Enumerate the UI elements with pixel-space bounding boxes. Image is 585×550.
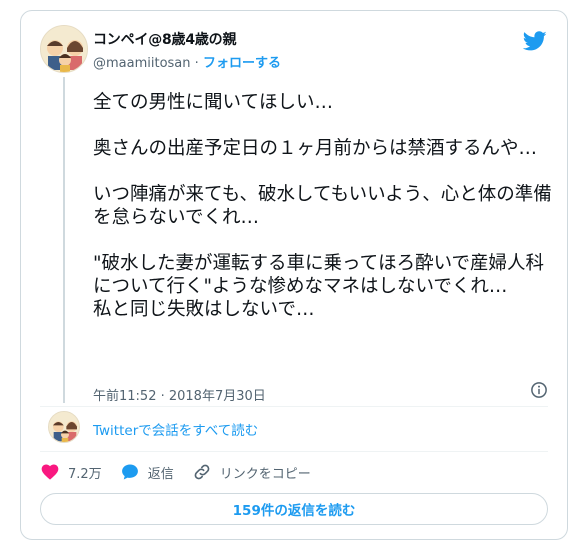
tweet-card: コンペイ@8歳4歳の親 @maamiitosan · フォローする 全ての男性に… — [20, 10, 568, 540]
read-replies-button[interactable]: 159件の返信を読む — [40, 493, 548, 525]
tweet-paragraph: 全ての男性に聞いてほしい… — [93, 92, 333, 113]
conversation-avatar[interactable] — [48, 411, 80, 443]
info-icon[interactable] — [530, 381, 548, 399]
reply-label: 返信 — [147, 466, 174, 482]
avatar-illustration — [49, 412, 79, 442]
reply-button[interactable]: 返信 — [120, 462, 174, 482]
tweet-paragraph: 奥さんの出産予定日の１ヶ月前からは禁酒するんや… — [93, 138, 538, 159]
thread-line — [63, 77, 65, 403]
divider — [40, 406, 548, 407]
like-count: 7.2万 — [68, 466, 102, 482]
handle-separator: · — [194, 56, 199, 71]
twitter-bird-icon[interactable] — [523, 29, 547, 53]
read-conversation-link[interactable]: Twitterで会話をすべて読む — [93, 419, 258, 439]
author-handle-row: @maamiitosan · フォローする — [93, 52, 281, 71]
follow-button[interactable]: フォローする — [203, 56, 281, 71]
tweet-timestamp[interactable]: 午前11:52 · 2018年7月30日 — [93, 385, 266, 404]
avatar-illustration — [41, 26, 87, 72]
tweet-paragraph: いつ陣痛が来ても、破水してもいいよう、心と体の準備を怠らないでくれ… — [93, 184, 552, 228]
link-icon — [194, 464, 210, 480]
action-bar: 7.2万 返信 リンクをコピー — [40, 459, 329, 485]
author-handle[interactable]: @maamiitosan — [93, 56, 191, 71]
tweet-text: 全ての男性に聞いてほしい… 奥さんの出産予定日の１ヶ月前からは禁酒するんや… い… — [93, 91, 555, 321]
reply-bubble-icon — [121, 464, 138, 480]
copy-link-button[interactable]: リンクをコピー — [192, 462, 311, 482]
author-avatar[interactable] — [40, 25, 88, 73]
like-button[interactable]: 7.2万 — [40, 462, 102, 482]
author-display-name[interactable]: コンペイ@8歳4歳の親 — [93, 29, 236, 49]
divider — [40, 451, 548, 452]
heart-icon — [41, 464, 59, 480]
copy-link-label: リンクをコピー — [219, 466, 311, 482]
tweet-paragraph: "破水した妻が運転する車に乗ってほろ酔いで産婦人科について行く"ような惨めなマネ… — [93, 253, 545, 320]
